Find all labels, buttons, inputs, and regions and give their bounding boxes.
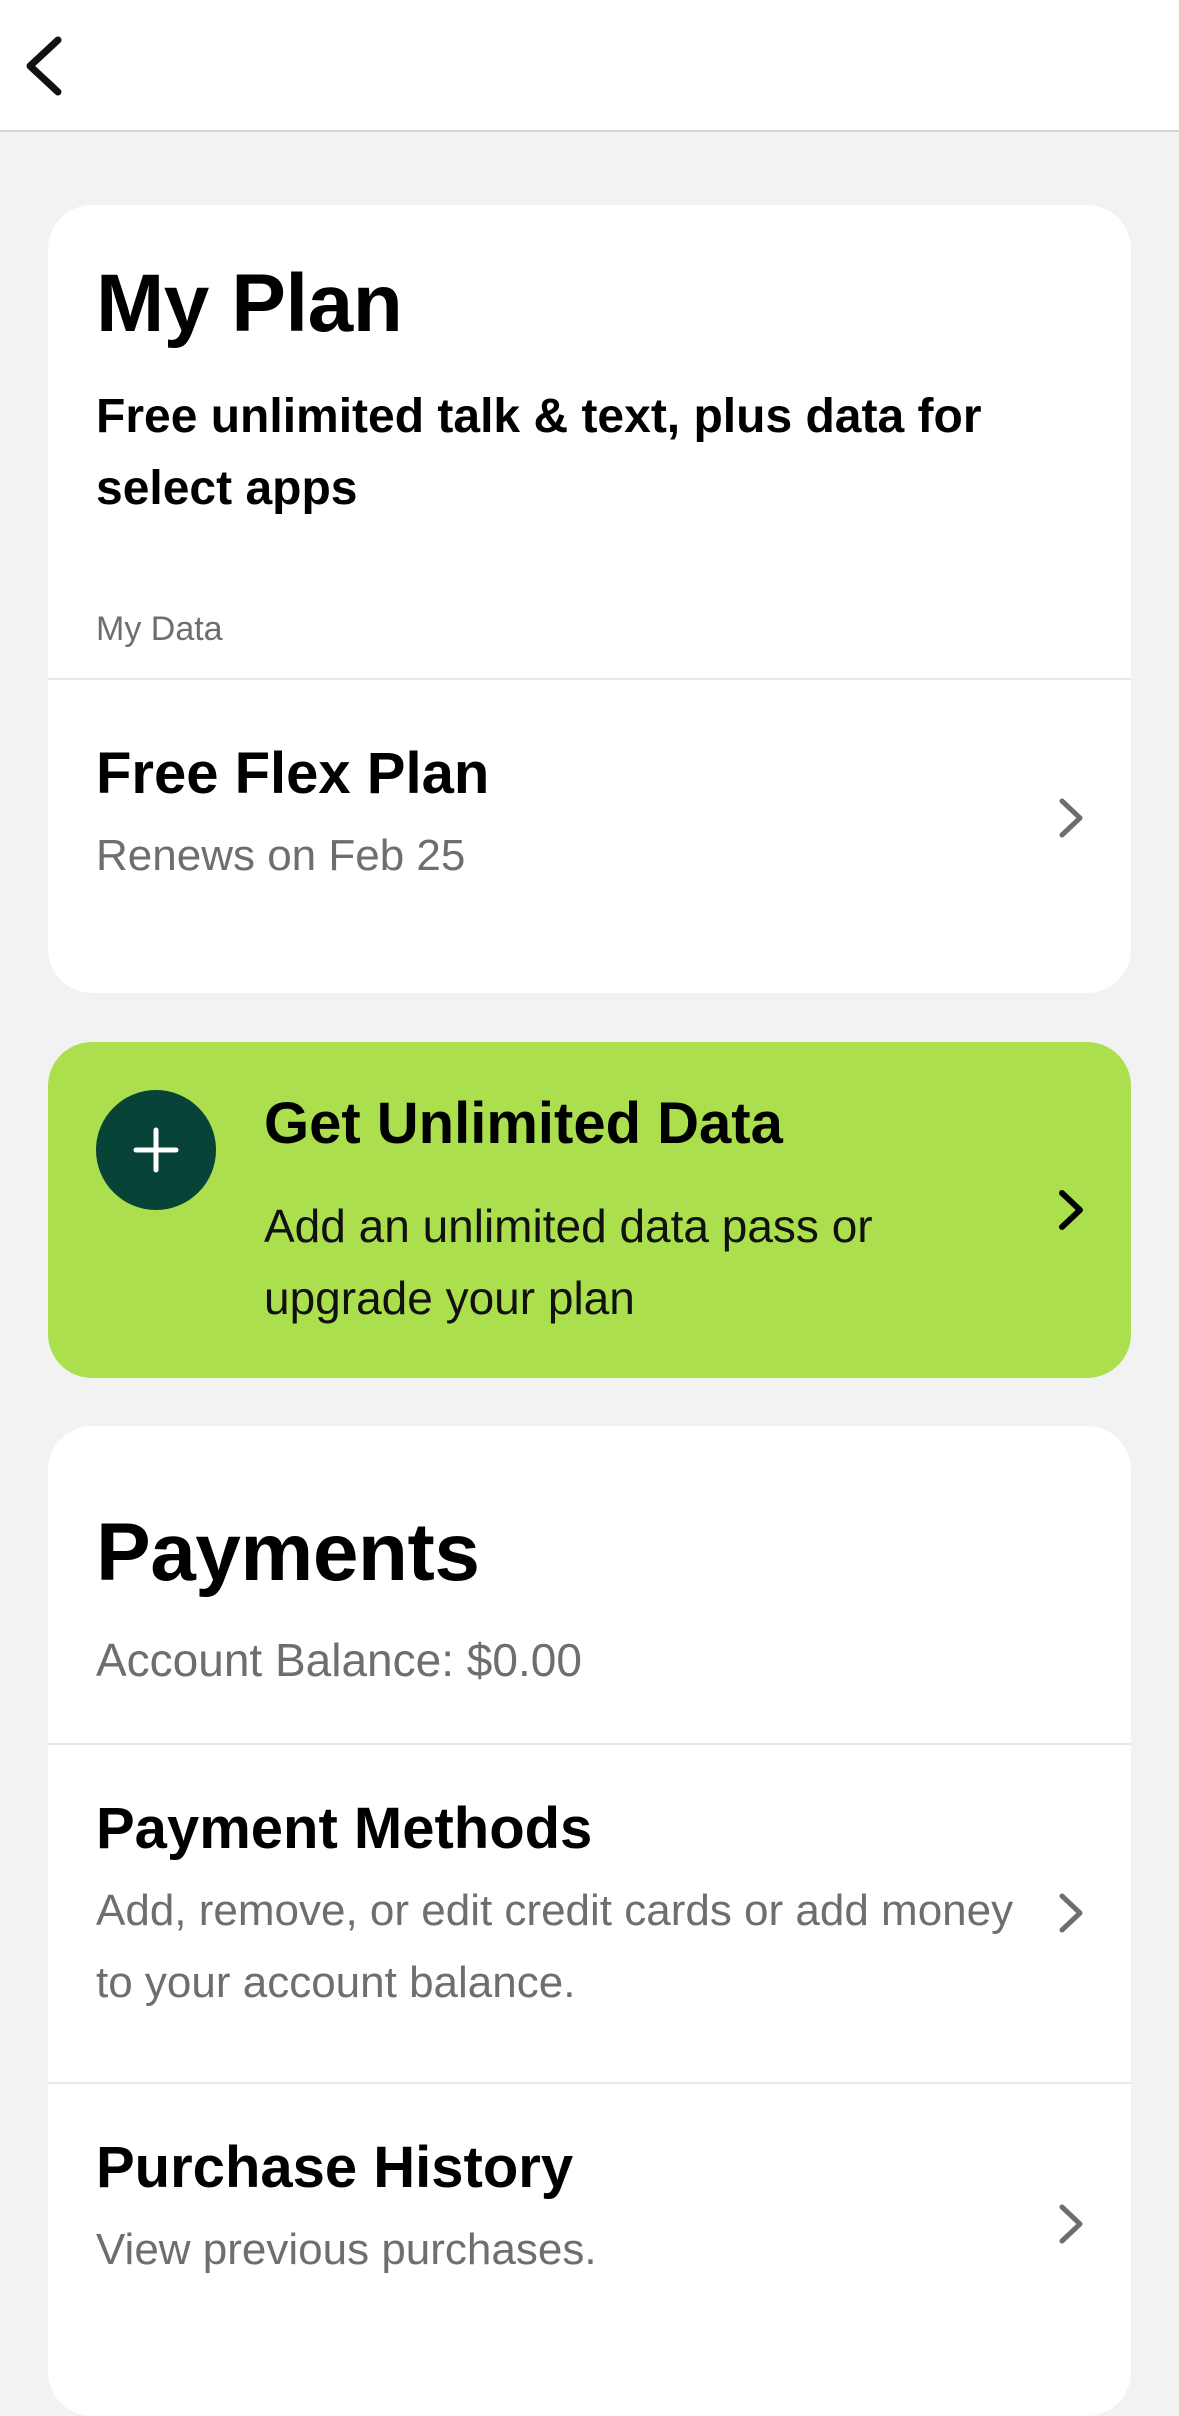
- plus-icon: [96, 1090, 216, 1210]
- purchase-history-title: Purchase History: [96, 2135, 574, 2200]
- plan-subtitle: Free unlimited talk & text, plus data fo…: [96, 390, 982, 515]
- top-navigation-bar: [0, 0, 1179, 132]
- payments-title: Payments: [96, 1507, 480, 1598]
- purchase-history-description: View previous purchases.: [96, 2225, 597, 2274]
- page-title: My Plan: [96, 258, 403, 349]
- chevron-right-icon: [1059, 2204, 1083, 2244]
- purchase-history-row[interactable]: Purchase History View previous purchases…: [48, 2084, 1131, 2384]
- get-unlimited-data-banner[interactable]: Get Unlimited Data Add an unlimited data…: [48, 1042, 1131, 1378]
- my-data-label: My Data: [96, 610, 223, 648]
- payment-methods-description: Add, remove, or edit credit cards or add…: [96, 1886, 1014, 2007]
- chevron-left-icon: [26, 36, 62, 96]
- back-button[interactable]: [18, 28, 70, 104]
- plan-renewal-date: Renews on Feb 25: [96, 831, 466, 880]
- chevron-right-icon: [1059, 1893, 1083, 1933]
- promo-title: Get Unlimited Data: [264, 1091, 783, 1156]
- plan-row[interactable]: Free Flex Plan Renews on Feb 25: [48, 680, 1131, 993]
- account-balance: Account Balance: $0.00: [96, 1634, 582, 1686]
- chevron-right-icon: [1059, 798, 1083, 838]
- my-plan-card: My Plan Free unlimited talk & text, plus…: [48, 205, 1131, 993]
- plan-name: Free Flex Plan: [96, 741, 490, 806]
- payment-methods-row[interactable]: Payment Methods Add, remove, or edit cre…: [48, 1745, 1131, 2081]
- promo-description: Add an unlimited data pass or upgrade yo…: [264, 1200, 873, 1324]
- payment-methods-title: Payment Methods: [96, 1796, 593, 1861]
- chevron-right-icon: [1059, 1190, 1083, 1230]
- payments-card: Payments Account Balance: $0.00 Payment …: [48, 1426, 1131, 2416]
